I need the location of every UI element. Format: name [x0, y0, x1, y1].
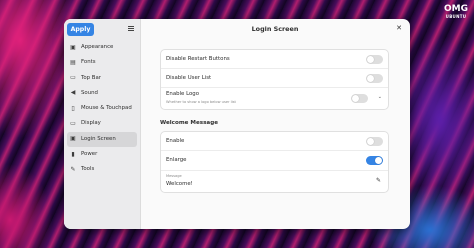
login-screen-icon: ▣	[70, 135, 76, 143]
enable-logo-switch[interactable]	[351, 94, 368, 103]
sidebar-nav: ▣ Appearance ▤ Fonts ▭ Top Bar ◀ Sound ▯ Mouse & …	[64, 40, 140, 178]
page-title: Login Screen	[251, 25, 299, 33]
disable-restart-label: Disable Restart Buttons	[166, 56, 230, 62]
header-bar: Login Screen ✕	[140, 19, 410, 38]
display-icon: ▭	[70, 119, 76, 127]
close-icon[interactable]: ✕	[394, 23, 404, 33]
tweaks-window: Apply ▣ Appearance ▤ Fonts ▭ Top Bar ◀ Sound ▯ Mo…	[64, 19, 410, 229]
sidebar-item-sound[interactable]: ◀ Sound	[67, 86, 137, 101]
logo-small-text: UBUNTU	[445, 14, 467, 19]
general-settings-card: Disable Restart Buttons Disable User Lis…	[160, 49, 389, 110]
sidebar-item-login-screen[interactable]: ▣ Login Screen	[67, 131, 137, 148]
sidebar-item-label: Login Screen	[81, 135, 116, 142]
sidebar-item-label: Tools	[81, 166, 95, 173]
disable-user-list-row: Disable User List	[161, 69, 388, 88]
sidebar-item-label: Power	[81, 151, 98, 158]
sidebar-item-label: Mouse & Touchpad	[81, 105, 132, 112]
message-row[interactable]: Message Welcome! ✎	[161, 171, 388, 192]
welcome-section-title: Welcome Message	[160, 120, 219, 126]
omg-ubuntu-logo: OMG UBUNTU	[444, 4, 468, 19]
enlarge-switch[interactable]	[366, 156, 383, 165]
sidebar-item-appearance[interactable]: ▣ Appearance	[67, 40, 137, 55]
message-caption: Message	[166, 174, 182, 178]
sound-icon: ◀	[70, 89, 76, 97]
sidebar-item-tools[interactable]: ✎ Tools	[67, 162, 137, 177]
enable-logo-row[interactable]: Enable Logo Whether to show a logo below…	[161, 88, 388, 109]
hamburger-menu-icon[interactable]	[128, 26, 134, 32]
enable-label: Enable	[166, 138, 185, 144]
fonts-icon: ▤	[70, 58, 76, 66]
enable-row: Enable	[161, 132, 388, 151]
sidebar-item-label: Display	[81, 120, 101, 127]
message-value[interactable]: Welcome!	[166, 181, 193, 187]
disable-user-list-label: Disable User List	[166, 75, 212, 81]
sidebar-item-label: Sound	[81, 89, 98, 96]
sidebar-header: Apply	[64, 19, 140, 40]
logo-big-text: OMG	[444, 4, 468, 14]
chevron-down-icon[interactable]: ⌄	[378, 94, 382, 100]
sidebar-item-power[interactable]: ▮ Power	[67, 147, 137, 162]
enlarge-row: Enlarge	[161, 151, 388, 171]
sidebar-item-label: Appearance	[81, 44, 114, 50]
disable-restart-switch[interactable]	[366, 55, 383, 64]
sidebar-item-mouse-touchpad[interactable]: ▯ Mouse & Touchpad	[67, 101, 137, 116]
main-content: Login Screen ✕ Disable Restart Buttons D…	[140, 19, 410, 229]
enable-logo-label: Enable Logo	[166, 91, 200, 97]
power-icon: ▮	[71, 150, 75, 158]
appearance-icon: ▣	[70, 43, 76, 51]
enable-switch[interactable]	[366, 137, 383, 146]
edit-icon[interactable]: ✎	[376, 177, 381, 184]
apply-button[interactable]: Apply	[67, 23, 94, 36]
enlarge-label: Enlarge	[166, 157, 187, 163]
disable-restart-row: Disable Restart Buttons	[161, 50, 388, 69]
sidebar: Apply ▣ Appearance ▤ Fonts ▭ Top Bar ◀ Sound ▯ Mo…	[64, 19, 141, 229]
sidebar-item-top-bar[interactable]: ▭ Top Bar	[67, 71, 137, 86]
enable-logo-subtitle: Whether to show a logo below user list	[166, 100, 236, 104]
tools-icon: ✎	[70, 165, 76, 173]
sidebar-item-fonts[interactable]: ▤ Fonts	[67, 55, 137, 70]
sidebar-item-label: Fonts	[81, 59, 96, 66]
welcome-card: Enable Enlarge Message Welcome! ✎	[160, 131, 389, 193]
disable-user-list-switch[interactable]	[366, 74, 383, 83]
sidebar-item-label: Top Bar	[81, 74, 102, 81]
sidebar-item-display[interactable]: ▭ Display	[67, 116, 137, 131]
top-bar-icon: ▭	[70, 74, 76, 82]
mouse-icon: ▯	[71, 104, 75, 112]
